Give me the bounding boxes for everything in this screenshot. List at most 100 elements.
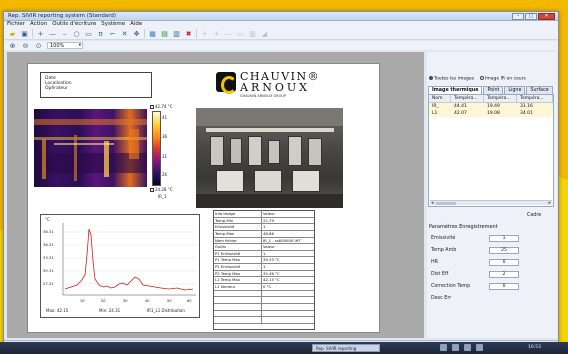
tab-point[interactable]: Point [483, 86, 504, 94]
menu-aide[interactable]: Aide [130, 21, 142, 28]
param-value [262, 291, 314, 297]
menu-fichier[interactable]: Fichier [7, 21, 25, 28]
settings-title: Paramètres Enregistrement [429, 224, 498, 230]
text-icon[interactable]: ʊ [96, 29, 105, 38]
minus-icon[interactable]: – [60, 29, 69, 38]
minimize-button[interactable]: – [512, 13, 524, 20]
zoom-in-icon[interactable]: ⊕ [8, 41, 17, 50]
taskbar-app-button[interactable]: Rep. SIVIR reporting [312, 344, 380, 352]
column-header[interactable]: Tempéra... [517, 95, 553, 102]
circle-icon[interactable]: ○ [72, 29, 81, 38]
title-bar: Rep. SIVIR reporting system (Standard) –… [4, 12, 558, 21]
param-value: 48,66 [263, 230, 274, 236]
chauvin-arnoux-logo: CHAUVIN® ARNOUX CHAUVIN ARNOUX GROUP [216, 70, 336, 102]
scroll-left-icon[interactable]: ◂ [431, 200, 434, 206]
params-row: Outils Valeur [214, 244, 314, 251]
close-image-icon[interactable]: ✖ [184, 29, 193, 38]
tab-ligne[interactable]: Ligne [504, 86, 526, 94]
toolbar-separator [196, 29, 197, 38]
column-header[interactable]: Tempéra... [451, 95, 484, 102]
move-icon[interactable]: ✥ [132, 29, 141, 38]
colorbar-tick: 26 [162, 172, 168, 177]
document-view[interactable]: Date Localisation Opérateur CHAUVIN® ARN… [7, 52, 424, 338]
param-key: Nom fichier [214, 237, 262, 244]
setting-input[interactable]: 1 [489, 235, 519, 242]
param-key: Outils [214, 244, 262, 250]
zoom-select[interactable]: 100% ▾ [47, 42, 83, 49]
profile-x-tick: 20 [101, 299, 106, 303]
table-row[interactable]: L1 42.07 19.08 34.01 [429, 110, 553, 117]
tab-surface[interactable]: Surface [526, 86, 553, 94]
menu-bar: Fichier Action Outils d'écriture Système… [4, 21, 558, 28]
tray-icon[interactable] [476, 344, 483, 351]
image-name: IR_1 [158, 194, 167, 199]
param-value [262, 304, 314, 310]
radio-all-images[interactable]: Toutes les images [429, 76, 474, 82]
param-key: Info Image [214, 211, 262, 217]
thermal-image[interactable] [34, 109, 147, 187]
line-icon[interactable]: — [48, 29, 57, 38]
save-icon[interactable]: ▣ [20, 29, 29, 38]
tray-icon[interactable] [452, 344, 459, 351]
profile-y-tick: 33.31 [43, 255, 54, 260]
profile-y-tick: 27.31 [43, 281, 54, 286]
setting-input[interactable]: 2 [489, 271, 519, 278]
params-row: Emissivité 1 [214, 224, 314, 231]
toolbar-separator [144, 29, 145, 38]
measurement-table[interactable]: Nom Tempéra... Tempéra... Tempéra... IR_… [428, 94, 554, 207]
setting-row: Desc Err [431, 294, 555, 303]
setting-label: Correction Temp [431, 284, 471, 289]
table-cell: 19.49 [487, 104, 500, 109]
add-image-icon[interactable]: ▥ [172, 29, 181, 38]
param-value: 1 [263, 264, 266, 270]
setting-input[interactable]: 0 [489, 259, 519, 266]
scroll-right-icon[interactable]: ▸ [548, 200, 551, 206]
open-folder-icon[interactable]: ▰ [8, 29, 17, 38]
report-info-box[interactable]: Date Localisation Opérateur [40, 72, 152, 98]
radio-current-ir[interactable]: Image IR en cours [480, 76, 526, 82]
setting-input[interactable]: 25 [489, 247, 519, 254]
visible-photo[interactable] [196, 108, 343, 208]
column-header[interactable]: Tempéra... [484, 95, 517, 102]
polyline-icon[interactable]: ⌐ [108, 29, 117, 38]
setting-label: Emissivité [431, 236, 456, 241]
delete-icon[interactable]: ✕ [120, 29, 129, 38]
tab-image-thermique[interactable]: Image thermique [428, 86, 483, 94]
tray-icon[interactable] [464, 344, 471, 351]
profile-x-tick: 40 [145, 299, 150, 303]
temperature-profile-chart[interactable]: °C 38.31 36.31 33.31 30.31 27.31 10 20 3… [40, 214, 200, 318]
close-button[interactable]: ✕ [538, 13, 555, 20]
params-row: P1 Emissivité 1 [214, 250, 314, 258]
params-row [214, 297, 314, 304]
params-row [214, 317, 314, 324]
image-scope-radios: Toutes les images Image IR en cours [429, 76, 526, 82]
table-row[interactable]: IR_ 44.41 19.49 31.16 [429, 103, 553, 110]
table-cell: 44.41 [454, 104, 467, 109]
palette-icon[interactable]: ▦ [148, 29, 157, 38]
menu-outils[interactable]: Outils d'écriture [52, 21, 96, 28]
profile-y-unit: °C [45, 217, 50, 222]
maximize-button[interactable]: ▢ [525, 13, 537, 20]
setting-input[interactable]: 0 [489, 283, 519, 290]
zoom-out-icon[interactable]: ⊖ [21, 41, 30, 50]
operator-label: Opérateur [45, 86, 69, 91]
setting-row: Dist Eff 2 [431, 270, 555, 279]
menu-action[interactable]: Action [30, 21, 47, 28]
rectangle-icon[interactable]: ▭ [84, 29, 93, 38]
column-header[interactable]: Nom [429, 95, 451, 102]
zoom-fit-icon[interactable]: ⊙ [34, 41, 43, 50]
report-icon[interactable]: ▤ [160, 29, 169, 38]
profile-y-tick: 38.31 [43, 229, 54, 234]
disabled-tool-2-icon: + [213, 29, 220, 38]
param-key [214, 310, 262, 317]
param-key [214, 303, 262, 310]
param-key: P1 Temp Max [214, 257, 262, 264]
horizontal-scrollbar[interactable]: ◂ ▸ [430, 200, 552, 206]
crosshair-icon[interactable]: + [36, 29, 45, 38]
param-value: 39,33 °C [263, 257, 280, 263]
tray-icon[interactable] [440, 344, 447, 351]
setting-label: Temp Amb [431, 248, 457, 253]
logo-mark-icon [216, 72, 237, 94]
scrollbar-thumb[interactable] [436, 202, 456, 205]
menu-systeme[interactable]: Système [101, 21, 125, 28]
